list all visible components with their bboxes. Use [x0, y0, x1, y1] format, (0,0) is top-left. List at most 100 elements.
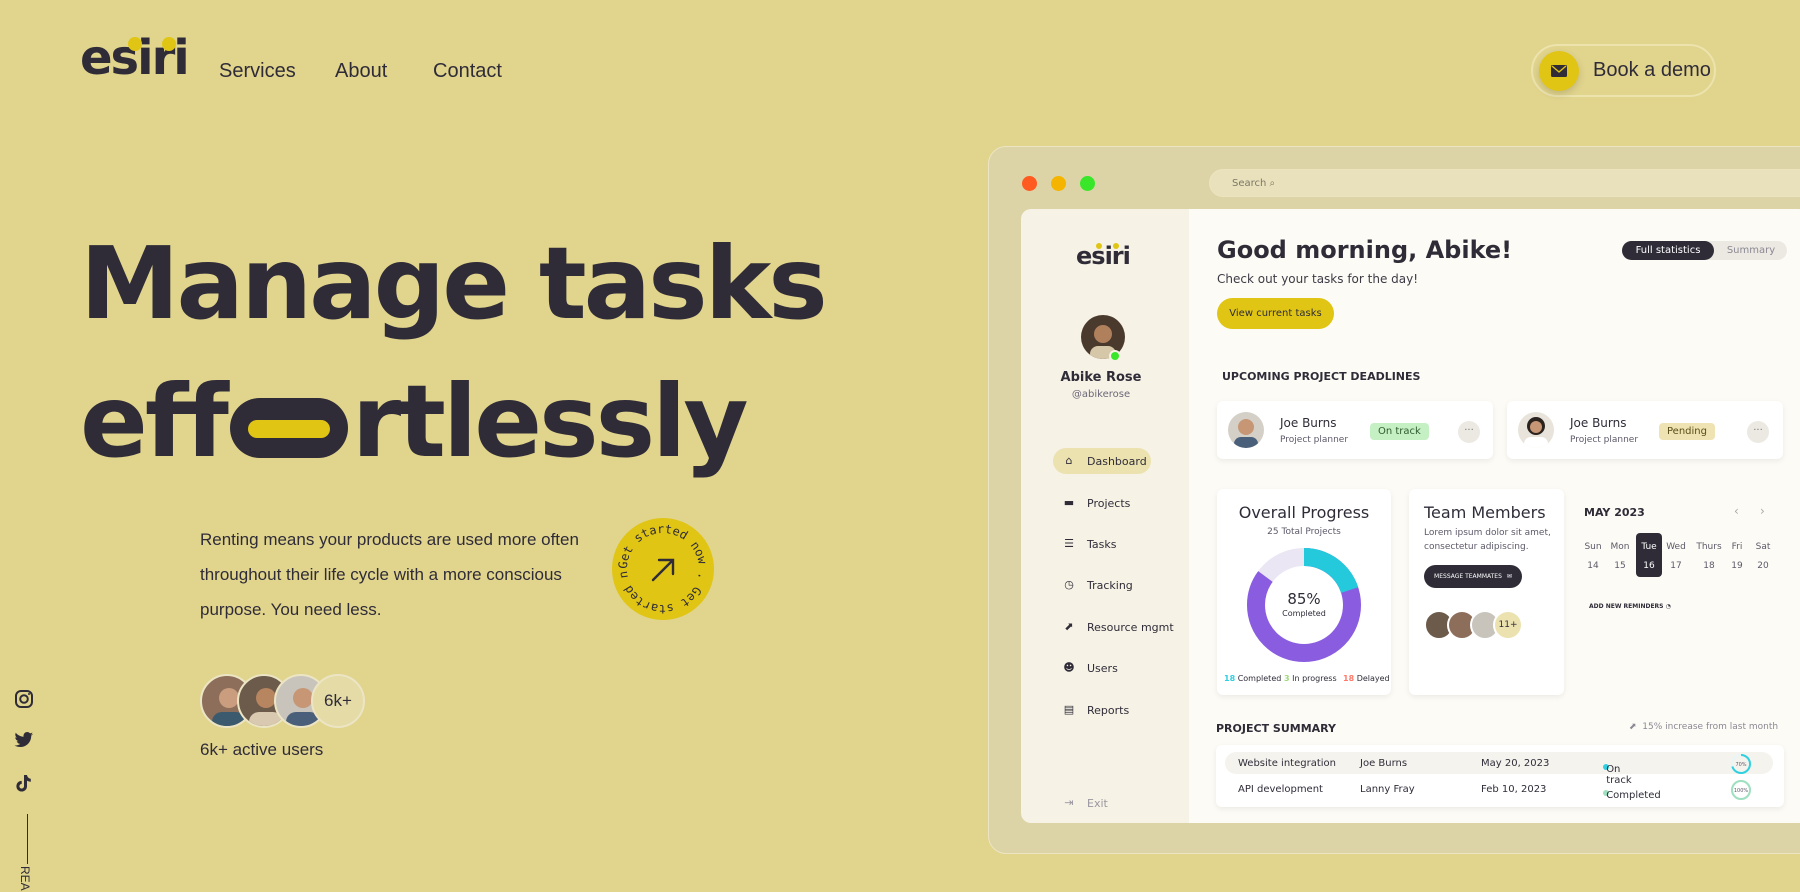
scroll-line	[27, 814, 28, 864]
calendar-date[interactable]: 18	[1694, 561, 1724, 571]
progress-ring: 100%	[1731, 780, 1751, 800]
sidebar-item-resource-mgmt[interactable]: ⬈ Resource mgmt	[1053, 614, 1183, 640]
add-reminder-button[interactable]: ADD NEW REMINDERS ◔	[1589, 603, 1671, 610]
calendar-date[interactable]: 14	[1580, 561, 1606, 571]
calendar-day: Sat	[1755, 542, 1771, 552]
sidebar-item-projects[interactable]: ▬ Projects	[1053, 490, 1153, 516]
trend-chart-icon: ⬈	[1629, 722, 1637, 732]
sidebar-item-label: Users	[1087, 661, 1118, 675]
window-close-button[interactable]	[1022, 176, 1037, 191]
hero-title-line2-end: rtlessly	[351, 363, 749, 480]
status-badge: On track	[1370, 423, 1429, 440]
progress-ring: 70%	[1731, 754, 1751, 774]
mail-icon: ✉	[1506, 573, 1512, 580]
calendar-date[interactable]: 15	[1607, 561, 1633, 571]
book-demo-button[interactable]: Book a demo	[1531, 44, 1716, 97]
sidebar	[1021, 209, 1189, 823]
calendar-month: MAY 2023	[1584, 506, 1645, 519]
twitter-icon[interactable]	[14, 731, 34, 753]
project-status: Completed	[1603, 784, 1661, 801]
tab-full-statistics[interactable]: Full statistics	[1622, 241, 1714, 260]
toggle-pill-graphic	[229, 398, 348, 458]
svg-text:100%: 100%	[1734, 788, 1749, 794]
briefcase-icon: ▬	[1063, 496, 1075, 509]
search-icon: ⌕	[1269, 178, 1276, 189]
sidebar-logo[interactable]: esiri	[1076, 242, 1131, 270]
clock-icon: ◔	[1665, 603, 1671, 610]
progress-percent-label: Completed	[1282, 609, 1326, 618]
clipboard-icon: ▤	[1063, 703, 1075, 716]
sidebar-item-label: Projects	[1087, 496, 1131, 510]
exit-label: Exit	[1087, 796, 1108, 810]
more-options-icon[interactable]: ···	[1458, 421, 1480, 443]
sidebar-item-tasks[interactable]: ☰ Tasks	[1053, 531, 1153, 557]
message-teammates-label: MESSAGE TEAMMATES	[1434, 573, 1502, 580]
sidebar-item-reports[interactable]: ▤ Reports	[1053, 697, 1153, 723]
list-icon: ☰	[1064, 537, 1074, 550]
view-tasks-button[interactable]: View current tasks	[1217, 298, 1334, 329]
instagram-icon[interactable]	[14, 689, 34, 713]
calendar-date[interactable]: 17	[1663, 561, 1689, 571]
progress-percent: 85%	[1287, 590, 1321, 608]
message-teammates-button[interactable]: MESSAGE TEAMMATES ✉	[1424, 565, 1522, 588]
calendar-day: Sun	[1584, 542, 1602, 552]
project-name: API development	[1238, 784, 1323, 795]
status-badge: Pending	[1659, 423, 1715, 440]
sidebar-item-label: Reports	[1087, 703, 1130, 717]
project-name: Website integration	[1238, 758, 1336, 769]
get-started-badge[interactable]: Get started now . Get started now .	[608, 507, 714, 620]
calendar-day: Wed	[1666, 542, 1686, 552]
table-row[interactable]: Website integration Joe Burns May 20, 20…	[1225, 752, 1773, 786]
user-handle: @abikerose	[1071, 389, 1131, 400]
exit-button[interactable]: ⇥ Exit	[1053, 790, 1153, 816]
calendar-date[interactable]: 20	[1750, 561, 1776, 571]
user-count-badge: 6k+	[311, 674, 365, 728]
users-icon: ☻	[1063, 661, 1075, 674]
logo-dot	[162, 37, 176, 51]
nav-about[interactable]: About	[335, 60, 387, 83]
deadline-name: Joe Burns	[1570, 416, 1627, 430]
chevron-right-icon[interactable]: ›	[1760, 504, 1765, 518]
nav-contact[interactable]: Contact	[433, 60, 502, 83]
hero-description: Renting means your products are used mor…	[200, 530, 579, 619]
sidebar-item-label: Resource mgmt	[1087, 620, 1174, 634]
team-text: consectetur adipiscing.	[1424, 542, 1529, 552]
calendar-date[interactable]: 19	[1727, 561, 1747, 571]
chevron-left-icon[interactable]: ‹	[1734, 504, 1739, 518]
chart-icon: ⬈	[1064, 620, 1074, 633]
calendar-date[interactable]: 16	[1636, 561, 1662, 571]
sidebar-item-users[interactable]: ☻ Users	[1053, 655, 1153, 681]
window-minimize-button[interactable]	[1051, 176, 1066, 191]
badge-text: Get started now . Get started now .	[608, 507, 710, 616]
team-more-badge[interactable]: 11+	[1493, 610, 1523, 640]
hero-title-line2: eff rtlessly	[80, 372, 749, 472]
project-owner: Joe Burns	[1360, 758, 1408, 769]
svg-text:70%: 70%	[1735, 762, 1746, 768]
mail-icon	[1539, 50, 1579, 91]
online-status-dot	[1109, 350, 1121, 362]
sidebar-item-label: Tracking	[1087, 578, 1133, 592]
sidebar-item-tracking[interactable]: ◷ Tracking	[1053, 572, 1153, 598]
greeting-title: Good morning, Abike!	[1217, 236, 1513, 264]
nav-services[interactable]: Services	[219, 60, 296, 83]
table-row[interactable]: API development Lanny Fray Feb 10, 2023 …	[1225, 778, 1773, 801]
search-placeholder: Search	[1232, 178, 1267, 189]
deadline-role: Project planner	[1280, 435, 1349, 445]
deadline-name: Joe Burns	[1280, 416, 1337, 430]
search-input[interactable]: Search ⌕	[1209, 169, 1800, 197]
window-maximize-button[interactable]	[1080, 176, 1095, 191]
tab-summary[interactable]: Summary	[1718, 241, 1784, 260]
more-options-icon[interactable]: ···	[1747, 421, 1769, 443]
home-icon: ⌂	[1065, 454, 1073, 467]
hero-title-line1: Manage tasks	[80, 225, 828, 342]
avatar	[1518, 412, 1554, 448]
avatar	[1228, 412, 1264, 448]
logout-icon: ⇥	[1064, 796, 1074, 809]
active-users-label: 6k+ active users	[200, 740, 324, 759]
legend-in-progress: 3 In progress	[1284, 674, 1337, 683]
sidebar-item-dashboard[interactable]: ⌂ Dashboard	[1053, 448, 1151, 474]
calendar-day: Mon	[1610, 542, 1630, 552]
project-status: On track	[1603, 758, 1632, 786]
logo-dot	[1113, 243, 1119, 249]
tiktok-icon[interactable]	[14, 773, 34, 797]
